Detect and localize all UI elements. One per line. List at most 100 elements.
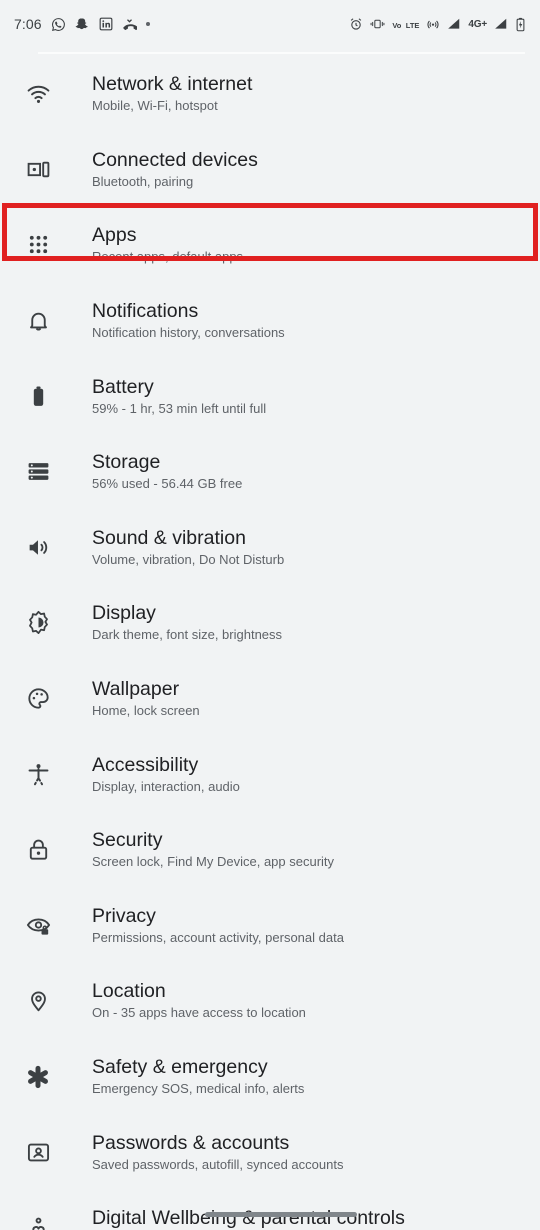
settings-row-title: Storage: [92, 451, 161, 474]
settings-row-subtitle: Mobile, Wi-Fi, hotspot: [92, 98, 218, 114]
hotspot-icon: [426, 17, 440, 31]
settings-row-apps[interactable]: Apps Recent apps, default apps: [0, 207, 540, 283]
settings-row-storage[interactable]: Storage 56% used - 56.44 GB free: [0, 434, 540, 510]
settings-row-safety-emergency[interactable]: Safety & emergency Emergency SOS, medica…: [0, 1039, 540, 1115]
settings-row-title: Apps: [92, 224, 137, 247]
settings-row-subtitle: On - 35 apps have access to location: [92, 1005, 306, 1021]
settings-row-title: Battery: [92, 375, 154, 398]
settings-row-network-internet[interactable]: Network & internet Mobile, Wi-Fi, hotspo…: [0, 56, 540, 132]
status-bar-left: 7:06: [14, 16, 150, 32]
settings-row-display[interactable]: Display Dark theme, font size, brightnes…: [0, 585, 540, 661]
settings-row-passwords-accounts[interactable]: Passwords & accounts Saved passwords, au…: [0, 1114, 540, 1190]
settings-row-title: Notifications: [92, 300, 199, 323]
settings-row-text: Security Screen lock, Find My Device, ap…: [60, 828, 334, 871]
network-type-label: 4G+: [468, 18, 487, 30]
settings-row-text: Sound & vibration Volume, vibration, Do …: [60, 526, 284, 569]
wifi-icon: [16, 81, 60, 106]
settings-row-subtitle: 59% - 1 hr, 53 min left until full: [92, 400, 267, 416]
more-notifications-dot-icon: [145, 22, 150, 26]
settings-row-notifications[interactable]: Notifications Notification history, conv…: [0, 283, 540, 359]
vibrate-icon: [370, 17, 385, 31]
settings-row-title: Network & internet: [92, 73, 253, 96]
settings-row-title: Wallpaper: [92, 678, 180, 701]
brightness-icon: [16, 610, 60, 635]
battery-icon: [16, 384, 60, 409]
settings-row-security[interactable]: Security Screen lock, Find My Device, ap…: [0, 812, 540, 888]
settings-row-text: Network & internet Mobile, Wi-Fi, hotspo…: [60, 72, 252, 115]
settings-row-subtitle: Permissions, account activity, personal …: [92, 929, 344, 945]
connected-devices-icon: [16, 157, 60, 182]
volte-icon-line1: Vo: [392, 21, 402, 30]
palette-icon: [16, 686, 60, 711]
apps-grid-icon: [16, 233, 60, 256]
gesture-navigation-pill[interactable]: [205, 1212, 357, 1217]
signal-bars-sim1-icon: [447, 17, 461, 31]
settings-row-title: Display: [92, 602, 156, 625]
settings-row-location[interactable]: Location On - 35 apps have access to loc…: [0, 963, 540, 1039]
settings-row-wallpaper[interactable]: Wallpaper Home, lock screen: [0, 661, 540, 737]
settings-row-title: Safety & emergency: [92, 1056, 268, 1079]
settings-row-title: Location: [92, 980, 166, 1003]
settings-row-subtitle: Saved passwords, autofill, synced accoun…: [92, 1156, 344, 1172]
alarm-icon: [349, 17, 363, 31]
status-bar-right: Vo LTE 4G+: [349, 15, 526, 33]
volte-icon-line2: LTE: [405, 21, 420, 30]
settings-row-text: Battery 59% - 1 hr, 53 min left until fu…: [60, 375, 266, 418]
status-bar: 7:06 Vo LTE 4G+: [0, 0, 540, 48]
settings-row-text: Notifications Notification history, conv…: [60, 299, 285, 342]
speaker-icon: [16, 535, 60, 560]
settings-row-subtitle: Display, interaction, audio: [92, 778, 240, 794]
settings-row-text: Safety & emergency Emergency SOS, medica…: [60, 1055, 304, 1098]
eye-lock-icon: [16, 913, 60, 938]
settings-row-accessibility[interactable]: Accessibility Display, interaction, audi…: [0, 736, 540, 812]
settings-row-text: Storage 56% used - 56.44 GB free: [60, 450, 242, 493]
settings-row-text: Wallpaper Home, lock screen: [60, 677, 200, 720]
status-bar-clock: 7:06: [14, 16, 42, 32]
settings-row-title: Sound & vibration: [92, 526, 246, 549]
settings-row-title: Privacy: [92, 904, 156, 927]
settings-row-text: Digital Wellbeing & parental controls Sc…: [60, 1206, 405, 1230]
settings-row-title: Accessibility: [92, 753, 199, 776]
settings-row-text: Privacy Permissions, account activity, p…: [60, 904, 344, 947]
settings-row-subtitle: 56% used - 56.44 GB free: [92, 476, 243, 492]
linkedin-icon: [99, 17, 113, 31]
settings-row-privacy[interactable]: Privacy Permissions, account activity, p…: [0, 888, 540, 964]
settings-row-title: Security: [92, 829, 163, 852]
scroll-edge-divider: [38, 52, 525, 54]
settings-row-title: Digital Wellbeing & parental controls: [92, 1207, 405, 1230]
settings-row-text: Location On - 35 apps have access to loc…: [60, 979, 306, 1022]
settings-screen: 7:06 Vo LTE 4G+ Network & internet Mobil…: [0, 0, 540, 1230]
storage-icon: [16, 459, 60, 484]
settings-row-sound-vibration[interactable]: Sound & vibration Volume, vibration, Do …: [0, 510, 540, 586]
settings-row-digital-wellbeing[interactable]: Digital Wellbeing & parental controls Sc…: [0, 1190, 540, 1230]
volte-icon: Vo LTE: [392, 15, 419, 33]
settings-row-subtitle: Volume, vibration, Do Not Disturb: [92, 551, 285, 567]
settings-row-subtitle: Emergency SOS, medical info, alerts: [92, 1081, 305, 1097]
settings-row-text: Accessibility Display, interaction, audi…: [60, 753, 240, 796]
battery-charging-icon: [515, 17, 526, 32]
wellbeing-icon: [16, 1215, 60, 1230]
signal-bars-sim2-icon: [494, 17, 508, 31]
missed-call-icon: [122, 17, 137, 32]
settings-row-subtitle: Recent apps, default apps: [92, 249, 244, 265]
settings-row-subtitle: Dark theme, font size, brightness: [92, 627, 283, 643]
asterisk-medical-icon: [16, 1064, 60, 1090]
location-pin-icon: [16, 988, 60, 1013]
settings-list[interactable]: Network & internet Mobile, Wi-Fi, hotspo…: [0, 56, 540, 1230]
settings-row-text: Display Dark theme, font size, brightnes…: [60, 601, 282, 644]
accessibility-icon: [16, 762, 60, 787]
bell-icon: [16, 308, 60, 333]
settings-row-connected-devices[interactable]: Connected devices Bluetooth, pairing: [0, 132, 540, 208]
settings-row-subtitle: Home, lock screen: [92, 703, 200, 719]
settings-row-subtitle: Screen lock, Find My Device, app securit…: [92, 854, 335, 870]
account-card-icon: [16, 1140, 60, 1165]
settings-row-battery[interactable]: Battery 59% - 1 hr, 53 min left until fu…: [0, 358, 540, 434]
lock-icon: [16, 837, 60, 862]
settings-row-subtitle: Bluetooth, pairing: [92, 173, 194, 189]
settings-row-text: Connected devices Bluetooth, pairing: [60, 148, 258, 191]
settings-row-title: Passwords & accounts: [92, 1131, 290, 1154]
settings-row-text: Passwords & accounts Saved passwords, au…: [60, 1131, 343, 1174]
snapchat-icon: [75, 17, 90, 32]
settings-row-text: Apps Recent apps, default apps: [60, 223, 243, 266]
settings-row-title: Connected devices: [92, 148, 258, 171]
